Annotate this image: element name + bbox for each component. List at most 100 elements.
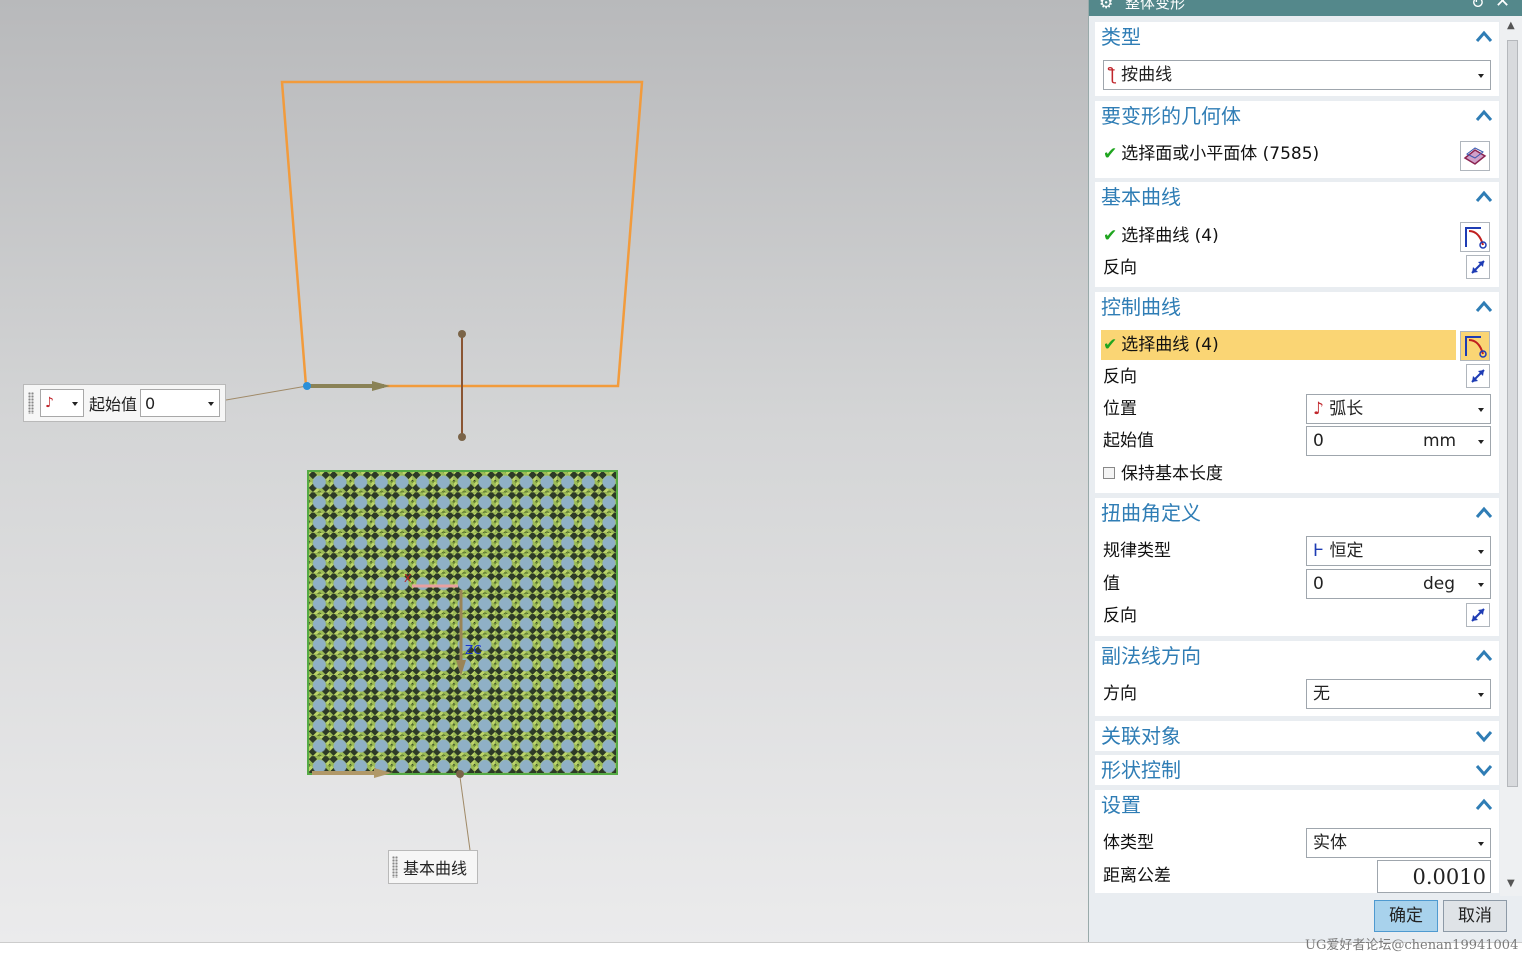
collapse-icon[interactable] xyxy=(1475,796,1493,814)
chevron-down-icon xyxy=(208,402,215,406)
chevron-down-icon xyxy=(1478,440,1484,444)
chevron-down-icon xyxy=(1478,842,1484,846)
twist-reverse-button[interactable] xyxy=(1466,603,1490,627)
base-point-handle xyxy=(456,770,464,778)
section-base-curve: 基本曲线 ✔ 选择曲线 (4) 反向 xyxy=(1095,182,1499,287)
section-base-curve-header[interactable]: 基本曲线 xyxy=(1101,182,1181,212)
control-reverse-button[interactable] xyxy=(1466,364,1490,388)
viewport-overlay: ZC X xyxy=(312,572,482,778)
position-dropdown[interactable]: ♪ 弧长 xyxy=(1306,394,1491,424)
collapse-icon[interactable] xyxy=(1475,298,1493,316)
reverse-direction-icon xyxy=(1471,369,1485,383)
section-geometry-header[interactable]: 要变形的几何体 xyxy=(1101,101,1241,131)
control-select-curve-button[interactable] xyxy=(1460,331,1490,361)
dialog-title: 整体变形 xyxy=(1125,0,1186,12)
select-curve-icon xyxy=(1465,336,1487,358)
arrowhead-bottom xyxy=(374,768,392,778)
chevron-down-icon xyxy=(1478,693,1484,697)
collapse-icon[interactable] xyxy=(1475,107,1493,125)
section-associated[interactable]: 关联对象 xyxy=(1095,721,1499,751)
collapse-icon[interactable] xyxy=(1475,504,1493,522)
watermark-text: UG爱好者论坛@chenan19941004 xyxy=(1305,938,1519,953)
section-twist-header[interactable]: 扭曲角定义 xyxy=(1101,498,1201,528)
csys-xc-label: X xyxy=(404,572,412,585)
base-curve-tag-label: 基本曲线 xyxy=(403,859,468,878)
chevron-down-icon xyxy=(1478,408,1484,412)
reverse-direction-icon xyxy=(1471,260,1485,274)
csys-zc-label: ZC xyxy=(465,643,482,657)
curve-type-icon: ƪ xyxy=(1110,65,1116,85)
select-curve-icon xyxy=(1465,227,1487,249)
section-control-curve: 控制曲线 ✔ 选择曲线 (4) 反向 位置 ♪ 弧长 起始值 0 mm 保持基本长… xyxy=(1095,292,1499,493)
arc-length-icon: ♪ xyxy=(45,395,54,411)
reset-icon[interactable]: ↻ xyxy=(1471,0,1484,11)
scroll-up-icon[interactable]: ▲ xyxy=(1507,20,1515,31)
section-associated-header[interactable]: 关联对象 xyxy=(1101,721,1181,751)
start-value-input[interactable]: 0 mm xyxy=(1306,426,1491,456)
start-value-label: 起始值 xyxy=(89,395,138,414)
select-faces-row[interactable]: ✔ 选择面或小平面体 (7585) xyxy=(1095,139,1499,169)
tolerance-input[interactable]: 0.0010 xyxy=(1377,860,1491,893)
base-select-curve-row[interactable]: ✔ 选择曲线 (4) xyxy=(1095,221,1499,251)
ok-button[interactable]: 确定 xyxy=(1374,900,1438,932)
unit-label: mm xyxy=(1423,431,1457,451)
arc-length-icon: ♪ xyxy=(1313,399,1324,419)
section-binormal-header[interactable]: 副法线方向 xyxy=(1101,641,1201,671)
position-type-dropdown[interactable]: ♪ xyxy=(40,389,84,417)
section-settings-header[interactable]: 设置 xyxy=(1101,790,1141,820)
status-bar xyxy=(0,942,1522,957)
keep-length-checkbox[interactable] xyxy=(1103,467,1115,479)
section-geometry: 要变形的几何体 ✔ 选择面或小平面体 (7585) xyxy=(1095,101,1499,178)
scroll-thumb[interactable] xyxy=(1507,40,1518,787)
cancel-button[interactable]: 取消 xyxy=(1443,900,1507,932)
control-reverse-row: 反向 xyxy=(1103,367,1137,387)
body-type-dropdown[interactable]: 实体 xyxy=(1306,828,1491,858)
chevron-down-icon xyxy=(72,402,78,406)
gear-icon[interactable]: ⚙ xyxy=(1099,0,1113,11)
chevron-down-icon xyxy=(1478,550,1484,554)
control-select-curve-row[interactable]: ✔ 选择曲线 (4) xyxy=(1095,330,1499,360)
start-value-floating-box[interactable]: ♪ 起始值 0 xyxy=(23,384,226,422)
start-value-input[interactable]: 0 xyxy=(140,389,221,417)
expand-icon[interactable] xyxy=(1475,727,1493,745)
section-type: 类型 ƪ 按曲线 xyxy=(1095,22,1499,96)
section-twist: 扭曲角定义 规律类型 Ⱶ 恒定 值 0 deg 反向 xyxy=(1095,498,1499,636)
section-shape[interactable]: 形状控制 xyxy=(1095,755,1499,785)
reverse-direction-icon xyxy=(1471,608,1485,622)
select-faces-button[interactable] xyxy=(1460,141,1490,171)
binormal-dir-dropdown[interactable]: 无 xyxy=(1306,679,1491,709)
section-shape-header[interactable]: 形状控制 xyxy=(1101,755,1181,785)
check-icon: ✔ xyxy=(1103,144,1118,164)
csys-z-arrow xyxy=(456,660,466,676)
dialog-scrollbar[interactable]: ▲ ▼ xyxy=(1500,16,1522,896)
collapse-icon[interactable] xyxy=(1475,28,1493,46)
collapse-icon[interactable] xyxy=(1475,188,1493,206)
section-control-curve-header[interactable]: 控制曲线 xyxy=(1101,292,1181,322)
expand-icon[interactable] xyxy=(1475,761,1493,779)
facet-body-icon xyxy=(1463,147,1487,165)
check-icon: ✔ xyxy=(1103,226,1118,246)
type-dropdown[interactable]: ƪ 按曲线 xyxy=(1103,60,1491,90)
close-icon[interactable]: ✕ xyxy=(1495,0,1510,11)
twist-value-input[interactable]: 0 deg xyxy=(1306,569,1491,599)
law-type-dropdown[interactable]: Ⱶ 恒定 xyxy=(1306,536,1491,566)
constant-law-icon: Ⱶ xyxy=(1313,541,1325,561)
section-binormal: 副法线方向 方向 无 xyxy=(1095,641,1499,716)
chevron-down-icon xyxy=(1478,74,1484,78)
base-curve-tag[interactable]: 基本曲线 xyxy=(388,850,478,884)
scroll-down-icon[interactable]: ▼ xyxy=(1507,878,1515,889)
base-reverse-row: 反向 xyxy=(1103,258,1137,278)
base-select-curve-button[interactable] xyxy=(1460,222,1490,252)
graphics-viewport[interactable]: ZC X ♪ 起始值 0 基本曲线 xyxy=(0,0,1088,942)
collapse-icon[interactable] xyxy=(1475,647,1493,665)
dialog-titlebar[interactable]: ⚙ 整体变形 ↻ ✕ xyxy=(1089,0,1522,16)
twist-reverse-row: 反向 xyxy=(1103,606,1137,626)
section-type-header[interactable]: 类型 xyxy=(1101,22,1141,52)
drag-grip[interactable] xyxy=(28,392,34,414)
keep-length-row[interactable]: 保持基本长度 xyxy=(1095,459,1499,489)
unit-label: deg xyxy=(1423,574,1456,594)
base-reverse-button[interactable] xyxy=(1466,255,1490,279)
section-settings: 设置 体类型 实体 距离公差 0.0010 xyxy=(1095,790,1499,893)
drag-grip[interactable] xyxy=(392,856,398,878)
chevron-down-icon xyxy=(1478,583,1484,587)
